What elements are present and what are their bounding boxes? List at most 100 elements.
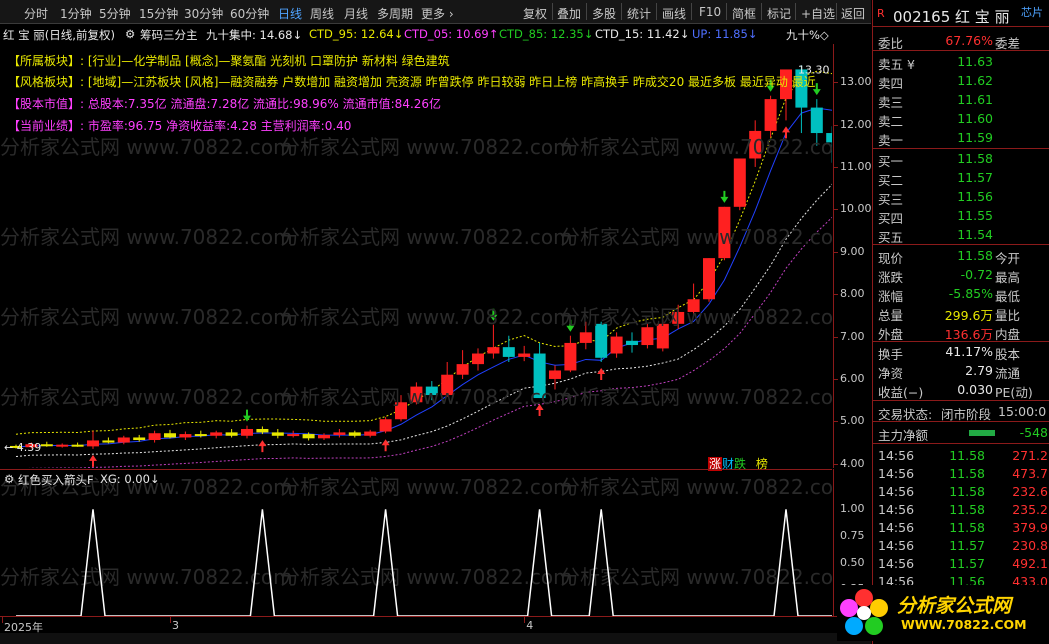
stat-row-value: 2.79 <box>965 363 993 378</box>
f10-button[interactable]: F10 <box>699 5 721 19</box>
price-axis-label: 12.00 <box>840 117 872 131</box>
restore-rights-button[interactable]: 复权 <box>523 5 547 22</box>
quote-row[interactable]: 涨跌 -0.72 最高 <box>873 265 1049 285</box>
signal-subchart[interactable] <box>0 488 832 616</box>
candle-body <box>302 434 315 439</box>
bid-row[interactable]: 买四 11.55 <box>873 206 1049 226</box>
concept-link[interactable]: 芯片 <box>1021 4 1043 20</box>
candle-body <box>641 327 654 346</box>
indicator-value-jiushi: 九十%◇ <box>786 28 829 42</box>
price-axis-label: 7.00 <box>840 329 865 343</box>
stock-title: 红 宝 丽(日线,前复权) <box>3 28 115 42</box>
tick-price: 11.58 <box>949 448 985 463</box>
bid-row[interactable]: 买五 11.54 <box>873 225 1049 245</box>
tab-15min[interactable]: 15分钟 <box>139 5 178 22</box>
ask-row[interactable]: 卖五 ¥11.63 <box>873 52 1049 72</box>
ask-row[interactable]: 卖三 11.61 <box>873 90 1049 110</box>
mark-button[interactable]: 标记 <box>767 5 791 22</box>
tab-daily[interactable]: 日线 <box>278 5 302 22</box>
ask-row[interactable]: 卖四 11.62 <box>873 71 1049 91</box>
tick-row: 14:56 11.57 230.8 <box>873 536 1049 555</box>
candle-body <box>564 342 577 371</box>
stat-row[interactable]: 换手 41.17% 股本 <box>873 342 1049 362</box>
ask-row-label: 卖一 <box>878 133 904 148</box>
tab-60min[interactable]: 60分钟 <box>230 5 269 22</box>
quote-row[interactable]: 总量 299.6万 量比 <box>873 303 1049 323</box>
candle-body <box>194 434 207 437</box>
simple-frame-button[interactable]: 简框 <box>732 5 756 22</box>
candle-body <box>672 311 685 324</box>
candle-body <box>395 402 407 420</box>
candle-body <box>518 353 531 357</box>
tab-more[interactable]: 更多 › <box>421 5 454 22</box>
indicator-value-jishi: 九十集中: 14.68↓ <box>206 28 303 42</box>
logo-text: 分析家公式网 <box>897 595 1012 617</box>
stat-row[interactable]: 收益(−) 0.030 PE(动) <box>873 380 1049 400</box>
tick-price: 11.58 <box>949 466 985 481</box>
tab-30min[interactable]: 30分钟 <box>184 5 223 22</box>
bid-row[interactable]: 买三 11.56 <box>873 187 1049 207</box>
gear-icon[interactable]: ⚙ <box>4 472 14 486</box>
candle-body <box>241 428 253 436</box>
ask-row[interactable]: 卖二 11.60 <box>873 109 1049 129</box>
sell-arrow-icon <box>720 190 729 203</box>
candle-body <box>810 107 823 134</box>
statistics-button[interactable]: 统计 <box>627 5 651 22</box>
buy-arrow-icon <box>381 439 390 452</box>
tick-row: 14:56 11.58 271.2 <box>873 446 1049 465</box>
toolbar-divider <box>691 3 692 20</box>
candle-body <box>133 437 146 441</box>
indicator-value-ctd95: CTD_95: 12.64↓ <box>309 27 404 41</box>
stat-row-value: 41.17% <box>945 344 993 359</box>
sub-indicator-value: XG: 0.00↓ <box>100 472 160 486</box>
tick-price: 11.58 <box>949 520 985 535</box>
gear-icon[interactable]: ⚙ <box>125 27 135 41</box>
divider <box>873 26 1049 27</box>
tick-volume: 230.8 <box>1012 538 1048 553</box>
tick-volume: 271.2 <box>1012 448 1048 463</box>
sub-indicator-name[interactable]: 红色买入箭头F <box>18 472 94 488</box>
buy-arrow-icon <box>535 404 544 417</box>
price-axis-tick <box>834 124 838 126</box>
overlay-button[interactable]: 叠加 <box>557 5 581 22</box>
tick-row: 14:56 11.58 379.9 <box>873 518 1049 537</box>
price-axis-tick <box>834 166 838 168</box>
back-button[interactable]: 返回 <box>841 5 865 22</box>
stock-code-name: 002165 红 宝 丽 <box>893 8 1010 26</box>
info-sector: 【所属板块】: [行业]—化学制品 [概念]—聚氨酯 光刻机 口罩防护 新材料 … <box>8 52 450 69</box>
signal-axis-label: 1.00 <box>840 502 865 516</box>
tab-5min[interactable]: 5分钟 <box>99 5 131 22</box>
stat-row[interactable]: 净资 2.79 流通 <box>873 361 1049 381</box>
indicator-value-ctd05: CTD_05: 10.69↑ <box>404 27 499 41</box>
candle-body <box>425 386 438 396</box>
candle-body <box>318 434 330 439</box>
add-watchlist-button[interactable]: +自选 <box>801 5 835 22</box>
divider <box>873 400 1049 401</box>
candle-body <box>148 433 161 441</box>
multi-stock-button[interactable]: 多股 <box>592 5 616 22</box>
quote-row[interactable]: 现价 11.58 今开 <box>873 246 1049 266</box>
candle-body <box>410 386 423 403</box>
red-r-icon: R <box>877 7 885 20</box>
tab-fenshi[interactable]: 分时 <box>24 5 48 22</box>
ask-row[interactable]: 卖一 11.59 <box>873 128 1049 148</box>
tab-1min[interactable]: 1分钟 <box>60 5 92 22</box>
buy-arrow-icon <box>782 126 790 139</box>
draw-line-button[interactable]: 画线 <box>662 5 686 22</box>
formula-name[interactable]: 筹码三分主 <box>140 27 198 43</box>
bid-row[interactable]: 买一 11.58 <box>873 149 1049 169</box>
tab-monthly[interactable]: 月线 <box>344 5 368 22</box>
quote-row[interactable]: 涨幅 -5.85% 最低 <box>873 284 1049 304</box>
bid-row[interactable]: 买二 11.57 <box>873 168 1049 188</box>
chip-band-lower <box>28 216 832 468</box>
candle-body <box>379 419 392 432</box>
tab-multi-period[interactable]: 多周期 <box>377 5 413 22</box>
chip-band-mid <box>15 183 832 458</box>
ask-row-value: 11.60 <box>957 111 993 126</box>
buy-arrow-icon <box>89 454 97 467</box>
net-flow-value: -548 <box>1019 425 1048 440</box>
bid-row-value: 11.54 <box>957 227 993 242</box>
tab-weekly[interactable]: 周线 <box>310 5 334 22</box>
bid-row-value: 11.56 <box>957 189 993 204</box>
quote-row[interactable]: 外盘 136.6万 内盘 <box>873 322 1049 342</box>
